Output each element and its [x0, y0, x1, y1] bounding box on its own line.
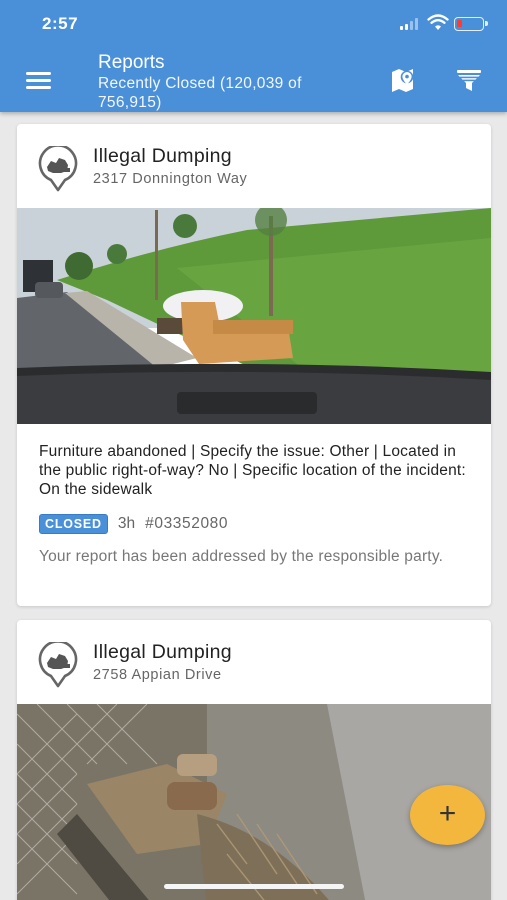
report-category: Illegal Dumping	[93, 145, 232, 167]
report-card[interactable]: Illegal Dumping 2758 Appian Drive	[17, 620, 491, 900]
report-photo[interactable]	[17, 208, 491, 424]
report-card[interactable]: Illegal Dumping 2317 Donnington Way Furn…	[17, 124, 491, 606]
report-address: 2317 Donnington Way	[93, 171, 248, 187]
report-card-header: Illegal Dumping 2758 Appian Drive	[17, 620, 491, 704]
filter-icon	[457, 70, 481, 91]
status-time: 2:57	[42, 14, 79, 33]
app-header: 2:57 Reports Recently Closed (120,039 of…	[0, 0, 507, 112]
report-meta: CLOSED 3h #03352080	[39, 513, 469, 535]
wifi-icon	[427, 14, 449, 30]
report-card-header: Illegal Dumping 2317 Donnington Way	[17, 124, 491, 208]
battery-icon	[454, 17, 488, 31]
report-address: 2758 Appian Drive	[93, 667, 222, 683]
report-age: 3h	[117, 515, 136, 532]
add-report-button[interactable]: +	[410, 785, 485, 845]
map-pin-icon	[392, 69, 414, 92]
illegal-dumping-pin-icon	[38, 146, 78, 192]
report-category: Illegal Dumping	[93, 641, 232, 663]
page-subtitle: Recently Closed (120,039 of 756,915)	[98, 75, 302, 111]
illegal-dumping-pin-icon	[38, 642, 78, 688]
status-bar: 2:57	[0, 0, 507, 46]
status-badge: CLOSED	[39, 514, 108, 534]
map-view-button[interactable]	[390, 67, 418, 93]
filter-button[interactable]	[456, 68, 482, 94]
header-title-group: Reports Recently Closed (120,039 of 756,…	[98, 52, 368, 112]
report-id: #03352080	[145, 515, 229, 532]
report-resolution: Your report has been addressed by the re…	[39, 548, 444, 565]
report-description: Furniture abandoned | Specify the issue:…	[39, 443, 466, 498]
page-title: Reports	[98, 52, 165, 73]
home-indicator[interactable]	[164, 884, 344, 889]
menu-button[interactable]	[26, 72, 52, 90]
cellular-signal-icon	[400, 18, 420, 30]
